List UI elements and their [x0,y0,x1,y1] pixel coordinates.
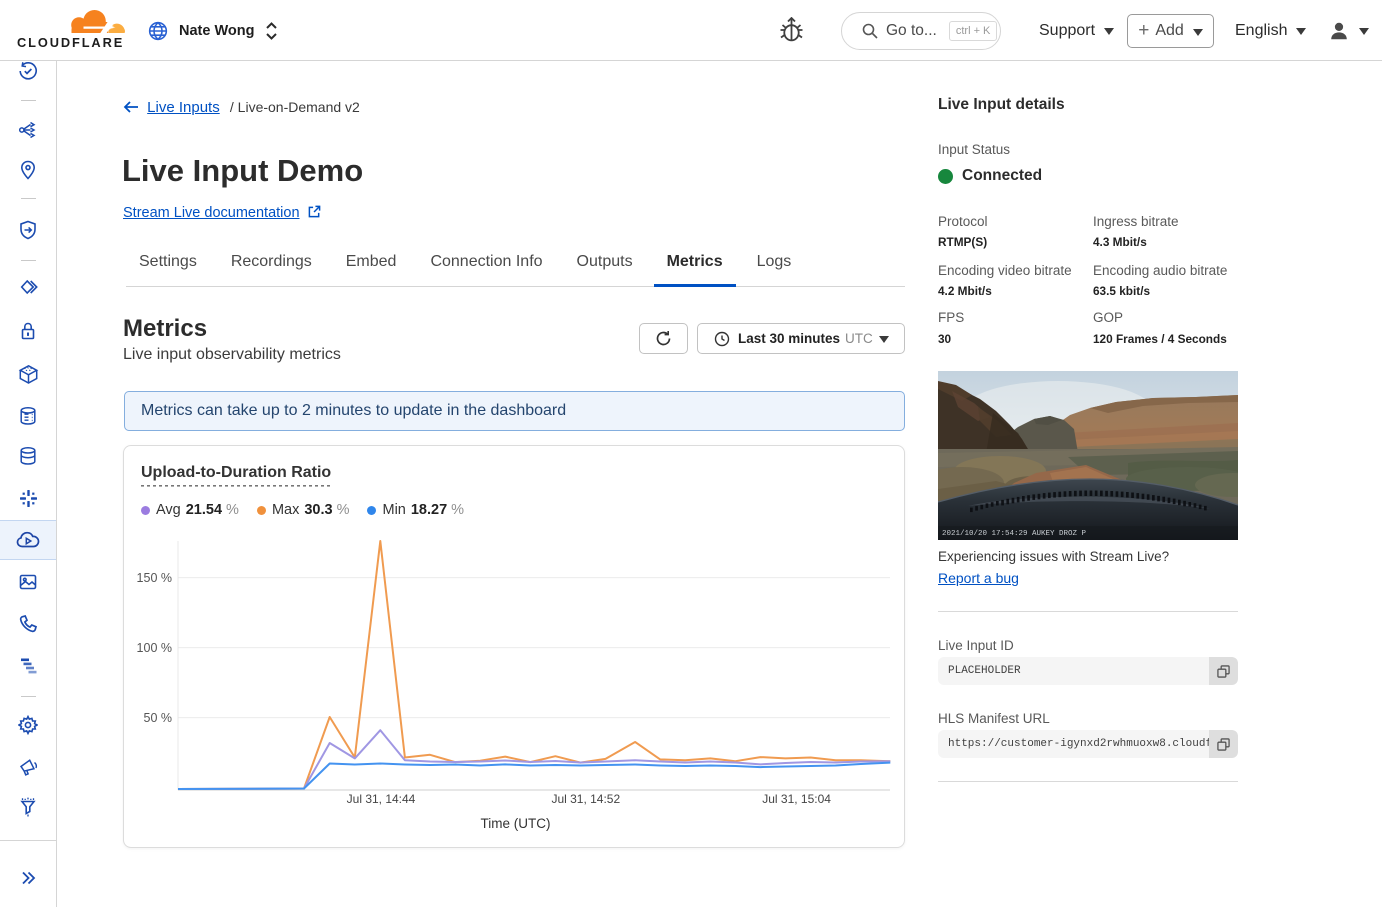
svg-text:2021/10/20 17:54:29 AUKEY DROZ: 2021/10/20 17:54:29 AUKEY DROZ P [942,530,1087,538]
svg-text:CLOUDFLARE: CLOUDFLARE [17,35,124,50]
svg-text:50 %: 50 % [144,711,173,725]
svg-text:Jul 31, 14:44: Jul 31, 14:44 [347,792,416,806]
svg-text:150 %: 150 % [137,571,172,585]
svg-text:Jul 31, 14:52: Jul 31, 14:52 [551,792,620,806]
svg-text:Jul 31, 15:04: Jul 31, 15:04 [762,792,831,806]
svg-text:Time (UTC): Time (UTC) [481,816,551,831]
svg-text:100 %: 100 % [137,641,172,655]
